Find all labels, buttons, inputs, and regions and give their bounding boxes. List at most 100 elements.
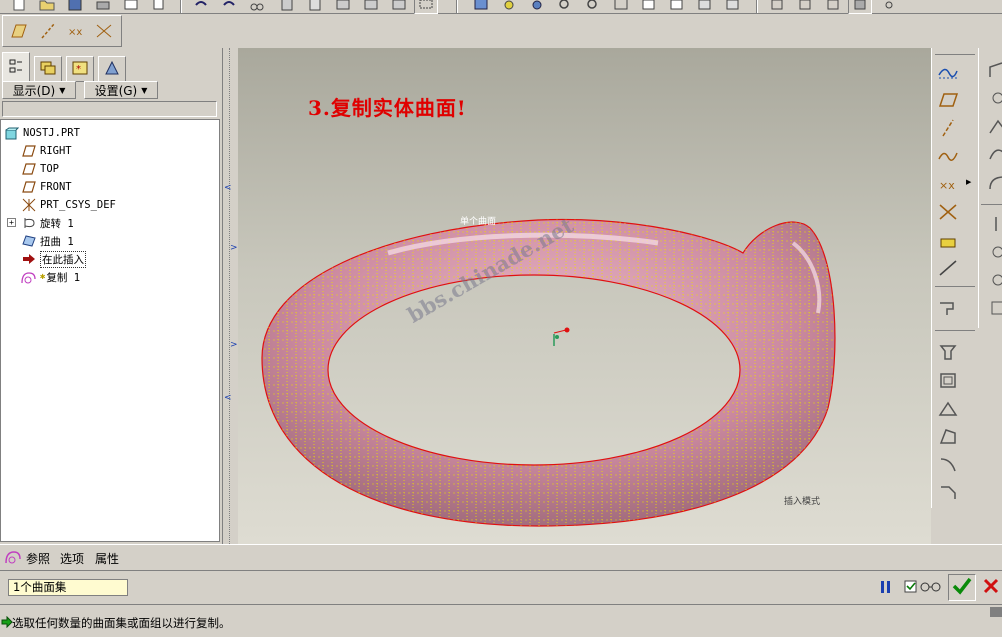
send-mail-icon[interactable]	[120, 0, 142, 14]
zoom-in-icon[interactable]	[554, 0, 576, 14]
datum-plane-toggle-icon[interactable]	[7, 21, 29, 41]
tab-properties[interactable]: 属性	[95, 550, 119, 567]
undo-icon[interactable]	[190, 0, 212, 14]
wireframe-icon[interactable]	[766, 0, 788, 14]
expand-toggle-icon[interactable]: +	[7, 218, 16, 227]
tree-item[interactable]: TOP	[21, 160, 59, 178]
datum-point-tool-icon[interactable]: ×x	[934, 172, 962, 196]
tab-connections[interactable]	[98, 56, 126, 82]
no-hidden-icon[interactable]	[822, 0, 844, 14]
analysis-feature-icon[interactable]	[934, 228, 962, 252]
new-file-icon[interactable]	[8, 0, 30, 14]
draft-tool-icon[interactable]	[934, 424, 962, 448]
style-tool-icon[interactable]	[981, 114, 1002, 138]
graphics-window[interactable]: 3.复制实体曲面! 单个曲面 bbs.chinade.net 插入模式	[238, 48, 931, 544]
hidden-line-icon[interactable]	[794, 0, 816, 14]
hole-tool-icon[interactable]	[934, 340, 962, 364]
find-icon[interactable]	[388, 0, 410, 14]
refit-icon[interactable]	[610, 0, 632, 14]
variable-section-sweep-icon[interactable]	[981, 58, 1002, 82]
tree-item[interactable]: FRONT	[21, 178, 72, 196]
surface-collector[interactable]: 1个曲面集	[8, 579, 128, 596]
tree-item[interactable]: ✱ 复制 1	[4, 268, 80, 286]
tree-item[interactable]: PRT_CSYS_DEF	[21, 196, 116, 214]
panel-splitter[interactable]: < > > <	[222, 48, 238, 544]
orient-mode-icon[interactable]	[526, 0, 548, 14]
saved-views-icon[interactable]	[666, 0, 688, 14]
tree-item[interactable]: NOSTJ.PRT	[4, 124, 80, 142]
shell-tool-icon[interactable]	[934, 368, 962, 392]
datum-plane-tool-icon[interactable]	[934, 88, 962, 112]
paste-icon[interactable]	[276, 0, 298, 14]
main-toolbar	[0, 0, 1002, 14]
regen-manager-icon[interactable]	[360, 0, 382, 14]
paste-special-icon[interactable]	[304, 0, 326, 14]
cut-icon[interactable]	[246, 0, 268, 14]
zoom-out-icon[interactable]	[582, 0, 604, 14]
sketch-datum-curve-icon[interactable]	[934, 60, 962, 84]
tab-options[interactable]: 选项	[60, 550, 84, 567]
copy-icon[interactable]	[148, 0, 170, 14]
boundary-blend-icon[interactable]	[981, 86, 1002, 110]
datum-axis-toggle-icon[interactable]	[37, 21, 59, 41]
print-icon[interactable]	[92, 0, 114, 14]
expand-arrow-icon[interactable]: >	[230, 243, 238, 253]
regenerate-icon[interactable]	[332, 0, 354, 14]
tree-item[interactable]: RIGHT	[21, 142, 72, 160]
trim-tool-icon[interactable]	[981, 268, 1002, 292]
redo-icon[interactable]	[218, 0, 240, 14]
collapse-arrow-icon[interactable]: <	[224, 393, 232, 403]
fill-surface-icon[interactable]	[981, 170, 1002, 194]
tab-references[interactable]: 参照	[26, 550, 50, 567]
pause-icon[interactable]	[880, 579, 892, 598]
save-icon[interactable]	[64, 0, 86, 14]
round-tool-icon[interactable]	[934, 452, 962, 476]
tree-item[interactable]: 在此插入	[21, 250, 86, 268]
extrude-tool-icon[interactable]	[934, 296, 962, 320]
shading-icon[interactable]	[848, 0, 872, 14]
resize-grip-icon[interactable]	[990, 607, 1002, 617]
expand-arrow-icon[interactable]: >	[230, 340, 238, 350]
tree-item[interactable]: + 旋转 1	[7, 214, 74, 232]
tree-item-label: RIGHT	[40, 145, 72, 157]
right-toolbar-features	[978, 48, 1002, 328]
datum-point-toggle-icon[interactable]: ×x	[65, 21, 87, 41]
preview-glasses-icon[interactable]	[920, 581, 942, 596]
mirror-tool-icon[interactable]	[981, 212, 1002, 236]
tab-model-tree[interactable]	[2, 52, 30, 82]
tab-layers[interactable]	[34, 56, 62, 82]
flyout-arrow-icon[interactable]: ▶	[966, 178, 971, 186]
toolbar-separator	[756, 0, 758, 13]
tab-favorites[interactable]: *	[66, 56, 94, 82]
selection-box-icon[interactable]	[414, 0, 438, 14]
csys-toggle-icon[interactable]	[93, 21, 115, 41]
tree-filter-field[interactable]	[2, 101, 217, 117]
cancel-button[interactable]	[980, 574, 1002, 601]
new-feature-marker-icon: ✱	[40, 272, 46, 282]
spin-center-icon[interactable]	[498, 0, 520, 14]
pattern-tool-icon[interactable]	[981, 296, 1002, 320]
open-file-icon[interactable]	[36, 0, 58, 14]
datum-display-icon[interactable]	[878, 0, 900, 14]
datum-plane-icon	[21, 144, 37, 158]
layers-icon[interactable]	[694, 0, 716, 14]
collapse-arrow-icon[interactable]: <	[224, 183, 232, 193]
datum-axis-tool-icon[interactable]	[934, 116, 962, 140]
display-menu-button[interactable]: 显示(D) ▼	[2, 81, 76, 99]
reorient-icon[interactable]	[638, 0, 660, 14]
csys-tool-icon[interactable]	[934, 200, 962, 224]
settings-menu-button[interactable]: 设置(G) ▼	[84, 81, 158, 99]
merge-tool-icon[interactable]	[981, 240, 1002, 264]
repaint-icon[interactable]	[470, 0, 492, 14]
datum-curve-tool-icon[interactable]	[934, 144, 962, 168]
favorites-icon: *	[72, 60, 88, 79]
chamfer-tool-icon[interactable]	[934, 480, 962, 504]
tree-item[interactable]: 扭曲 1	[21, 232, 74, 250]
apply-button[interactable]	[948, 574, 976, 601]
datum-graph-icon[interactable]	[934, 256, 962, 280]
model-view	[261, 218, 836, 527]
rib-tool-icon[interactable]	[934, 396, 962, 420]
verify-checkbox-icon[interactable]	[904, 580, 918, 597]
view-manager-icon[interactable]	[722, 0, 744, 14]
freestyle-icon[interactable]	[981, 142, 1002, 166]
